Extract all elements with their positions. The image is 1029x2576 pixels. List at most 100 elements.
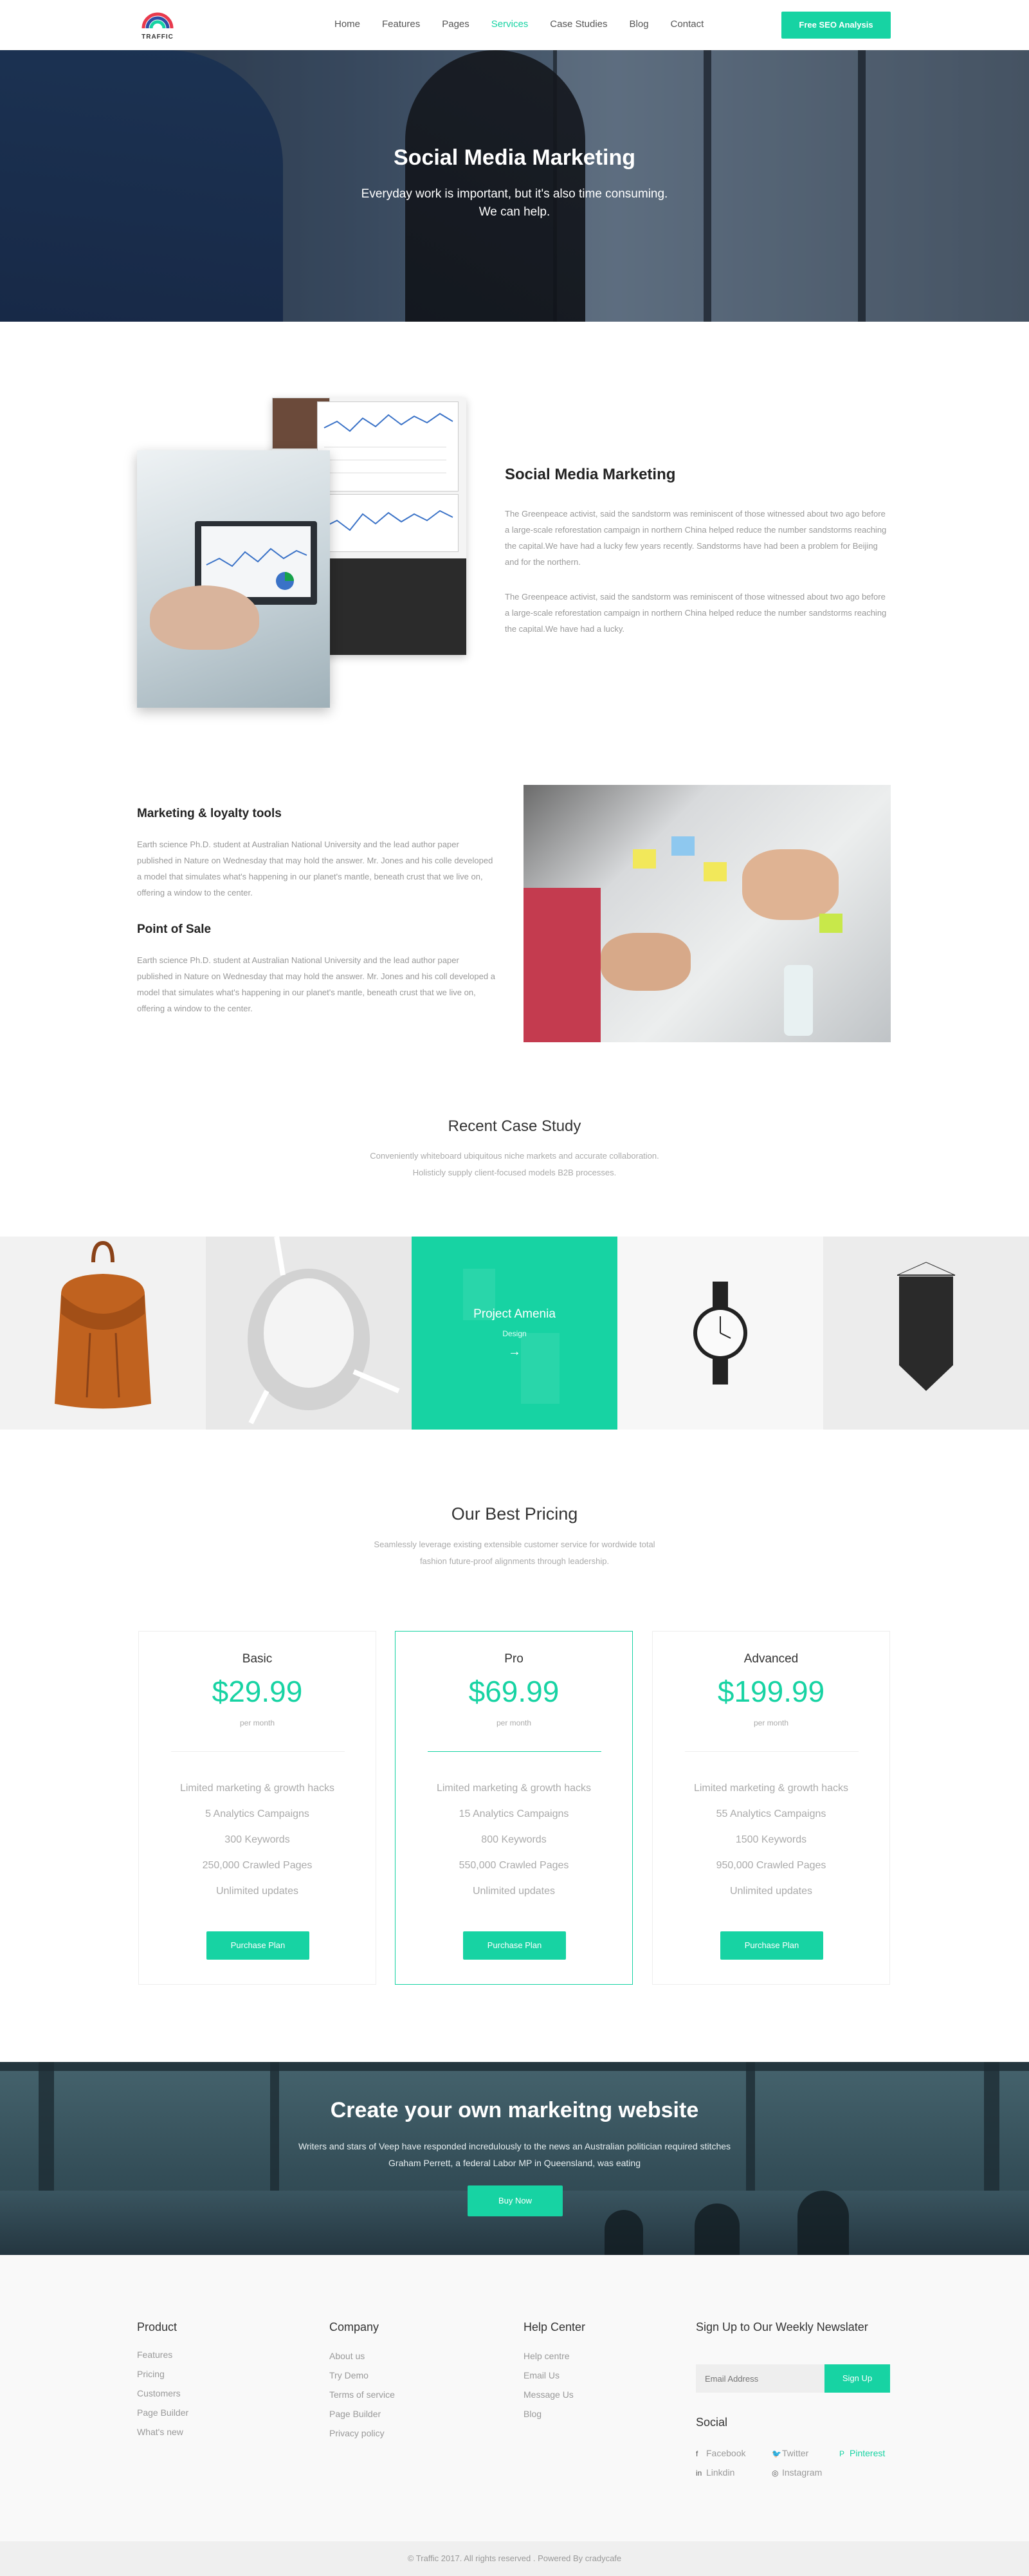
footer-link[interactable]: About us <box>329 2346 365 2366</box>
plan-feature: 800 Keywords <box>481 1834 547 1845</box>
photo-hand <box>742 849 839 920</box>
site-footer: Product Features Pricing Customers Page … <box>0 2255 1029 2541</box>
nav-home[interactable]: Home <box>334 18 360 31</box>
intro-paragraph-2: The Greenpeace activist, said the sandst… <box>505 592 887 634</box>
plan-price: $29.99 <box>212 1675 303 1708</box>
footer-link[interactable]: Privacy policy <box>329 2424 385 2443</box>
purchase-plan-button[interactable]: Purchase Plan <box>206 1931 309 1960</box>
social-linkedin-link[interactable]: in Linkdin <box>696 2467 734 2478</box>
banner-beam <box>0 2062 1029 2071</box>
doc-sheet <box>317 494 459 552</box>
footer-link[interactable]: Message Us <box>524 2385 574 2404</box>
social-facebook-link[interactable]: f Facebook <box>696 2448 745 2458</box>
team-meeting-photo <box>524 785 891 1042</box>
intro-paragraph-1: The Greenpeace activist, said the sandst… <box>505 509 887 567</box>
newsletter-heading: Sign Up to Our Weekly Newslater <box>696 2321 868 2333</box>
social-label: Instagram <box>782 2467 823 2478</box>
social-instagram-link[interactable]: ◎ Instagram <box>772 2467 822 2478</box>
main-nav: Home Features Pages Services Case Studie… <box>334 18 725 31</box>
divider <box>428 1751 601 1752</box>
footer-link[interactable]: Features <box>137 2345 172 2364</box>
plan-feature: 250,000 Crawled Pages <box>202 1860 313 1871</box>
divider <box>685 1751 859 1752</box>
purchase-plan-button[interactable]: Purchase Plan <box>720 1931 823 1960</box>
case-study-subtitle-line2: Holisticly supply client-focused models … <box>412 1168 617 1177</box>
divider <box>171 1751 345 1752</box>
nav-pages[interactable]: Pages <box>442 18 469 31</box>
social-pinterest-link[interactable]: P Pinterest <box>839 2448 885 2458</box>
case-tile-project-amenia[interactable]: Project Amenia Design → <box>412 1237 617 1430</box>
watch-icon <box>693 1282 747 1385</box>
case-study-gallery: Project Amenia Design → <box>0 1237 1029 1430</box>
marketing-tools-heading: Marketing & loyalty tools <box>137 807 282 820</box>
hero-subtitle-line1: Everyday work is important, but it's als… <box>361 187 668 201</box>
instagram-icon: ◎ <box>772 2469 779 2478</box>
chair-icon <box>248 1237 400 1424</box>
purchase-plan-button[interactable]: Purchase Plan <box>463 1931 566 1960</box>
nav-blog[interactable]: Blog <box>630 18 649 31</box>
case-tile-chair[interactable] <box>206 1237 412 1430</box>
case-tile-pennant[interactable] <box>823 1237 1029 1430</box>
plan-feature: 15 Analytics Campaigns <box>459 1808 569 1819</box>
water-bottle <box>784 965 813 1036</box>
site-header: TRAFFIC Home Features Pages Services Cas… <box>0 0 1029 50</box>
hero-banner: Social Media Marketing Everyday work is … <box>0 50 1029 322</box>
footer-link[interactable]: Blog <box>524 2404 542 2424</box>
footer-company-heading: Company <box>329 2321 379 2333</box>
case-tile-watch[interactable] <box>617 1237 823 1430</box>
photo-arm <box>524 888 601 1042</box>
hero-subtitle-line2: We can help. <box>478 205 551 219</box>
pricing-title: Our Best Pricing <box>451 1504 578 1523</box>
pricing-subtitle-line2: fashion future-proof alignments through … <box>419 1556 610 1566</box>
nav-case-studies[interactable]: Case Studies <box>550 18 607 31</box>
point-of-sale-text: Earth science Ph.D. student at Australia… <box>137 955 495 1013</box>
footer-link[interactable]: Try Demo <box>329 2366 369 2385</box>
footer-link[interactable]: Pricing <box>137 2364 165 2384</box>
footer-link[interactable]: What's new <box>137 2422 183 2442</box>
nav-services[interactable]: Services <box>491 18 529 31</box>
hero-subtitle: Everyday work is important, but it's als… <box>322 185 707 221</box>
photo-hand <box>601 933 691 991</box>
arrow-right-icon[interactable]: → <box>412 1345 617 1359</box>
plan-name: Pro <box>504 1652 524 1666</box>
newsletter-email-input[interactable] <box>696 2364 824 2393</box>
pinterest-icon: P <box>839 2449 845 2458</box>
plan-feature: Unlimited updates <box>472 1886 556 1897</box>
intro-image-collage <box>137 398 466 710</box>
sticky-note <box>819 914 842 933</box>
footer-product-heading: Product <box>137 2321 178 2333</box>
footer-link[interactable]: Customers <box>137 2384 181 2403</box>
free-seo-analysis-button[interactable]: Free SEO Analysis <box>781 12 891 39</box>
banner-text: Writers and stars of Veep have responded… <box>270 2138 759 2171</box>
social-heading: Social <box>696 2416 728 2429</box>
footer-link[interactable]: Page Builder <box>137 2403 188 2422</box>
plan-feature: 1500 Keywords <box>735 1834 807 1845</box>
nav-features[interactable]: Features <box>382 18 420 31</box>
silhouette <box>695 2203 740 2255</box>
facebook-icon: f <box>696 2449 698 2458</box>
social-twitter-link[interactable]: 🐦Twitter <box>772 2448 808 2458</box>
sticky-note <box>633 849 656 869</box>
plan-period: per month <box>496 1718 532 1727</box>
plan-feature: Unlimited updates <box>729 1886 813 1897</box>
marketing-tools-text: Earth science Ph.D. student at Australia… <box>137 840 493 897</box>
pricing-card-basic: Basic $29.99 per month Limited marketing… <box>138 1631 376 1985</box>
footer-link[interactable]: Help centre <box>524 2346 570 2366</box>
tile-subtitle: Design <box>502 1329 527 1338</box>
sign-up-button[interactable]: Sign Up <box>824 2364 890 2393</box>
case-study-subtitle: Conveniently whiteboard ubiquitous niche… <box>322 1148 707 1181</box>
buy-now-button[interactable]: Buy Now <box>468 2185 563 2216</box>
nav-contact[interactable]: Contact <box>671 18 704 31</box>
silhouette <box>797 2191 849 2255</box>
silhouette <box>605 2210 643 2255</box>
plan-feature: Limited marketing & growth hacks <box>693 1783 849 1794</box>
tile-decoration <box>521 1333 560 1404</box>
case-tile-backpack[interactable] <box>0 1237 206 1430</box>
social-label: Twitter <box>782 2448 809 2458</box>
logo[interactable]: TRAFFIC <box>138 9 177 42</box>
footer-link[interactable]: Page Builder <box>329 2404 381 2424</box>
footer-link[interactable]: Email Us <box>524 2366 560 2385</box>
footer-link[interactable]: Terms of service <box>329 2385 395 2404</box>
pennant-icon <box>897 1262 956 1391</box>
banner-title: Create your own markeitng website <box>330 2098 699 2122</box>
